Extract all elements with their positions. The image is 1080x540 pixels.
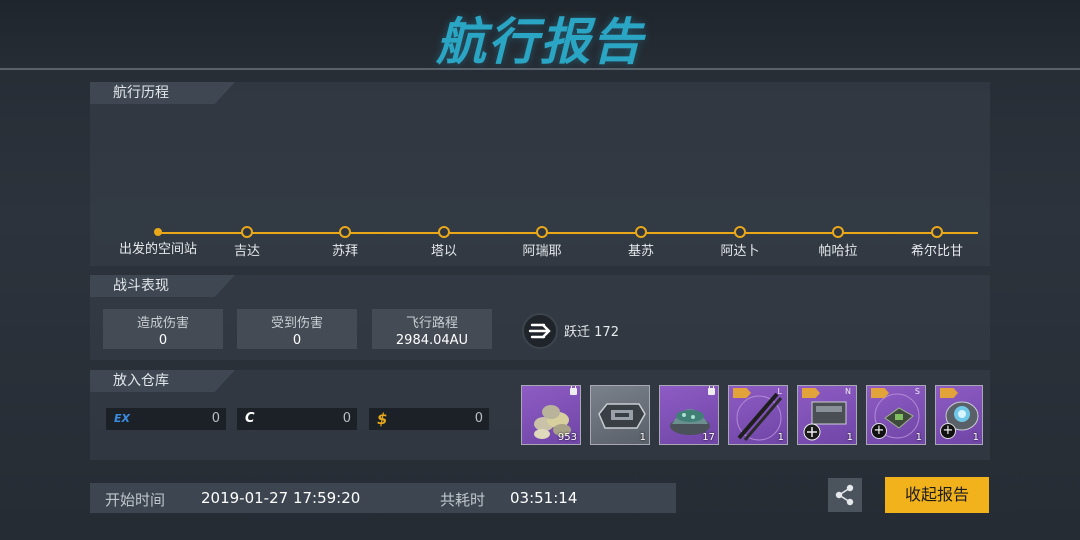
time-bar: 开始时间 2019-01-27 17:59:20 共耗时 03:51:14 [90,483,676,513]
route-stop-dot [931,226,943,238]
route-stop-dot [154,228,162,236]
item-count: 1 [777,432,784,443]
slot-type-label: N [845,387,851,396]
storage-item[interactable]: 17 [659,385,719,445]
currency-amount: 0 [474,411,483,426]
route-stop-dot [734,226,746,238]
route-stop-label: 出发的空间站 [118,242,197,257]
route-stop-label: 阿达卜 [720,244,760,259]
slot-type-label: L [777,387,782,396]
stat-value: 2984.04AU [395,333,469,348]
warp-jump-label: 跃迁 [564,325,591,340]
stat-label: 造成伤害 [136,316,189,331]
route-stop: 苏拜 [295,226,395,259]
route-stop-dot [832,226,844,238]
storage-item[interactable]: 1 [590,385,650,445]
storage-item[interactable]: L 1 [728,385,788,445]
route-stop: 塔以 [394,226,494,259]
lock-icon [708,386,715,395]
storage-section-label: 放入仓库 [90,370,235,392]
damage-taken-stat: 受到伤害 0 [237,309,357,349]
duration-value: 03:51:14 [510,489,578,507]
route-stop-dot [339,226,351,238]
stat-value: 0 [158,333,168,348]
route-stop-label: 基苏 [627,244,654,259]
add-icon: + [940,423,956,439]
collect-report-button[interactable]: 收起报告 [885,477,989,513]
route-stop-dot [438,226,450,238]
storage-item[interactable]: N 1 [797,385,857,445]
page-title: 航行报告 [436,13,644,71]
dollar-currency-field: $ 0 [369,408,489,430]
route-stop-label: 帕哈拉 [818,244,858,259]
storage-item[interactable]: 953 [521,385,581,445]
duration-label: 共耗时 [440,491,486,509]
warp-jump-icon [522,313,558,349]
share-button[interactable] [828,478,862,512]
combat-section-label: 战斗表现 [90,275,235,297]
item-count: 1 [915,432,922,443]
share-icon [835,484,854,506]
stat-value: 0 [292,333,302,348]
add-icon: + [871,423,887,439]
flight-distance-stat: 飞行路程 2984.04AU [372,309,492,349]
route-stop-label: 塔以 [430,244,457,259]
route-stop: 帕哈拉 [788,226,888,259]
route-stop: 吉达 [197,226,297,259]
stat-label: 受到伤害 [270,316,323,331]
route-stop: 基苏 [591,226,691,259]
start-time-label: 开始时间 [105,491,166,509]
credit-currency-field: C 0 [237,408,357,430]
warp-jump-count: 跃迁 172 [564,321,619,340]
route-stop-label: 希尔比甘 [910,244,963,259]
storage-item[interactable]: + 1 [935,385,983,445]
slot-type-label: S [914,387,920,396]
lock-icon [570,386,577,395]
voyage-section-label: 航行历程 [90,82,235,104]
credit-currency-icon: C [245,411,255,426]
header-bar: 航行报告 [0,0,1080,71]
item-count: 1 [846,432,853,443]
route-stop: 出发的空间站 [108,226,208,257]
item-count: 953 [557,432,577,443]
dollar-currency-icon: $ [377,410,388,428]
voyage-panel: 航行历程 出发的空间站 吉达 苏拜 塔以 阿瑞耶 基苏 阿达卜 帕哈拉 希尔比甘 [90,82,990,266]
combat-panel: 战斗表现 造成伤害 0 受到伤害 0 飞行路程 2984.04AU 跃迁 172 [90,275,990,360]
ex-currency-field: EX 0 [106,408,226,430]
storage-item[interactable]: S + 1 [866,385,926,445]
route-stop-label: 阿瑞耶 [522,244,562,259]
stat-label: 飞行路程 [405,316,458,331]
route-stop-label: 苏拜 [331,244,358,259]
start-time-value: 2019-01-27 17:59:20 [201,489,361,507]
route-stop: 希尔比甘 [887,226,987,259]
route-stop-label: 吉达 [233,244,260,259]
item-count: 1 [972,432,979,443]
ex-currency-icon: EX [114,412,130,425]
item-count: 17 [702,432,715,443]
damage-dealt-stat: 造成伤害 0 [103,309,223,349]
currency-amount: 0 [342,411,351,426]
warp-jump-value: 172 [594,325,619,340]
route-stop: 阿瑞耶 [492,226,592,259]
currency-amount: 0 [211,411,220,426]
item-count: 1 [639,432,646,443]
route-stop-dot [536,226,548,238]
route-stop-dot [241,226,253,238]
route-stop: 阿达卜 [690,226,790,259]
route-stop-dot [635,226,647,238]
